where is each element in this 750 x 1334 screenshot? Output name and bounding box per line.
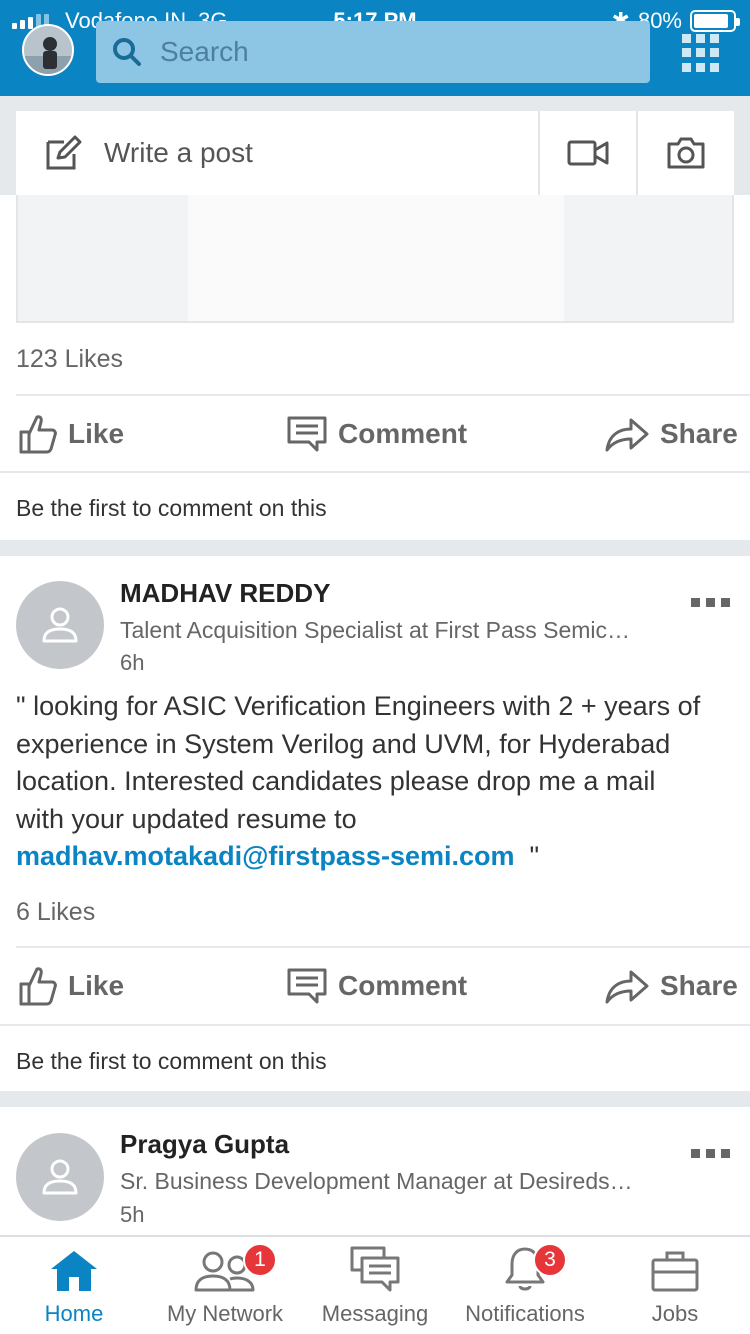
author-headline: Talent Acquisition Specialist at First P…: [120, 617, 631, 643]
likes-count[interactable]: 123 Likes: [16, 345, 123, 374]
messaging-icon: [350, 1246, 400, 1292]
post-body: " looking for ASIC Verification Engineer…: [16, 691, 701, 871]
author-name[interactable]: Pragya Gupta: [120, 1129, 289, 1160]
tab-my-network[interactable]: 1 My Network: [160, 1237, 290, 1334]
share-label: Share: [660, 970, 738, 1001]
tab-home-label: Home: [44, 1301, 104, 1326]
feed-card: Pragya Gupta Sr. Business Development Ma…: [0, 1107, 750, 1247]
tab-home[interactable]: Home: [28, 1237, 120, 1334]
person-icon: [42, 607, 78, 643]
like-label: Like: [68, 970, 125, 1001]
author-headline: Sr. Business Development Manager at Desi…: [120, 1168, 633, 1194]
comment-button[interactable]: Comment: [286, 396, 467, 472]
write-post-button[interactable]: Write a post: [16, 111, 538, 195]
share-button[interactable]: Share: [604, 948, 738, 1024]
author-avatar[interactable]: [16, 581, 104, 669]
like-button[interactable]: Like: [18, 948, 124, 1024]
comment-icon: [287, 416, 327, 452]
share-arrow-icon: [605, 418, 649, 452]
feed-card: MADHAV REDDY Talent Acquisition Speciali…: [0, 556, 750, 1091]
share-button[interactable]: Share: [604, 396, 738, 472]
briefcase-icon: [651, 1251, 699, 1292]
post-image[interactable]: [16, 195, 734, 323]
video-button[interactable]: [538, 111, 636, 195]
notifications-badge: 3: [533, 1243, 567, 1277]
comment-button[interactable]: Comment: [286, 948, 467, 1024]
photo-button[interactable]: [636, 111, 734, 195]
post-age: 6h: [120, 650, 145, 675]
tab-my-network-label: My Network: [166, 1301, 284, 1326]
comment-label: Comment: [338, 418, 468, 449]
search-bar[interactable]: Search: [96, 21, 650, 83]
author-avatar[interactable]: [16, 1133, 104, 1221]
share-arrow-icon: [605, 970, 649, 1004]
camera-icon: [667, 137, 705, 169]
tab-messaging-label: Messaging: [321, 1301, 429, 1326]
author-name[interactable]: MADHAV REDDY: [120, 578, 330, 609]
tab-jobs[interactable]: Jobs: [630, 1237, 720, 1334]
write-post-label: Write a post: [104, 137, 253, 168]
profile-avatar[interactable]: [22, 24, 74, 76]
bottom-tab-bar: Home 1 My Network Messaging 3 Notificati…: [0, 1235, 750, 1334]
apps-grid-icon[interactable]: [682, 34, 720, 72]
battery-icon: [690, 10, 740, 32]
network-badge: 1: [243, 1243, 277, 1277]
first-comment-prompt[interactable]: Be the first to comment on this: [16, 1048, 327, 1075]
video-camera-icon: [567, 140, 609, 166]
comment-icon: [287, 968, 327, 1004]
thumbs-up-icon: [19, 967, 57, 1006]
more-options-icon[interactable]: [691, 598, 730, 607]
edit-icon: [46, 135, 82, 170]
email-link[interactable]: madhav.motakadi@firstpass-semi.com: [16, 841, 515, 871]
tab-notifications-label: Notifications: [465, 1301, 585, 1326]
like-button[interactable]: Like: [18, 396, 124, 472]
likes-count[interactable]: 6 Likes: [16, 898, 95, 927]
top-bar: Vodafone IN 3G 5:17 PM ✱ 80% S: [0, 0, 750, 96]
search-icon: [113, 38, 141, 66]
post-actions: Like Comment Share: [0, 396, 750, 472]
person-icon: [42, 1159, 78, 1195]
comment-label: Comment: [338, 970, 468, 1001]
thumbs-up-icon: [19, 415, 57, 454]
search-input[interactable]: Search: [160, 36, 249, 68]
feed-card: 123 Likes Like Comment Share Be the firs…: [0, 195, 750, 540]
tab-jobs-label: Jobs: [651, 1301, 699, 1326]
first-comment-prompt[interactable]: Be the first to comment on this: [16, 495, 327, 522]
tab-notifications[interactable]: 3 Notifications: [456, 1237, 594, 1334]
tab-messaging[interactable]: Messaging: [316, 1237, 434, 1334]
post-composer: Write a post: [16, 111, 734, 195]
like-label: Like: [68, 418, 125, 449]
more-options-icon[interactable]: [691, 1149, 730, 1158]
post-age: 5h: [120, 1202, 145, 1227]
post-actions: Like Comment Share: [0, 948, 750, 1024]
home-icon: [51, 1251, 97, 1291]
app-screen: { "status_bar": { "carrier": "Vodafone I…: [0, 0, 750, 1334]
share-label: Share: [660, 418, 738, 449]
